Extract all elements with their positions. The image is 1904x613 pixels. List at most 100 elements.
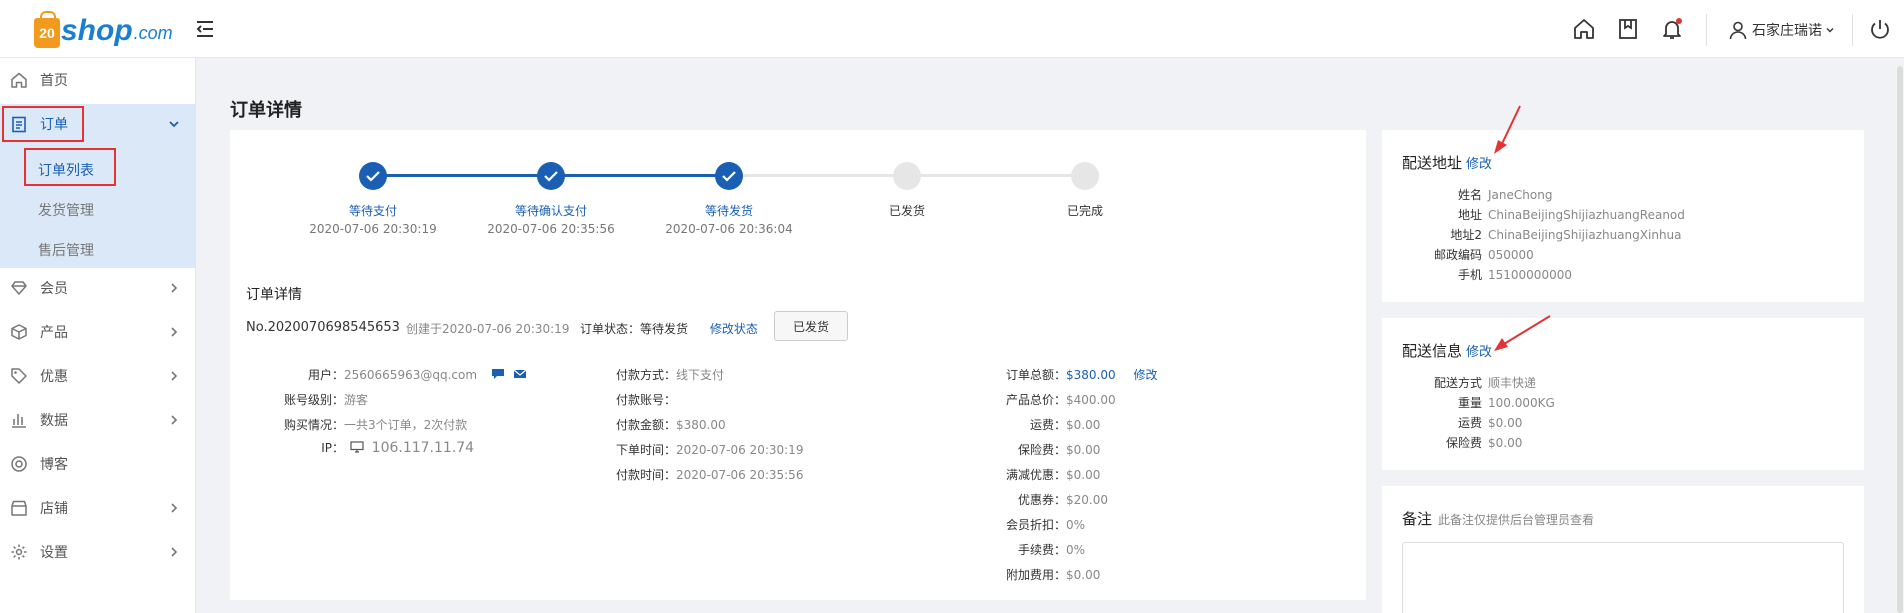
page-title: 订单详情 bbox=[230, 100, 302, 121]
logo-suffix: .com bbox=[133, 23, 173, 43]
sidebar-item-settings[interactable]: 设置 bbox=[0, 532, 196, 572]
sidebar-item-products[interactable]: 产品 bbox=[0, 312, 196, 352]
order-total-row: 订单总额：$380.00 修改 bbox=[990, 366, 1157, 383]
notes-hint: 此备注仅提供后台管理员查看 bbox=[1438, 513, 1595, 527]
modify-status-link[interactable]: 修改状态 bbox=[710, 322, 758, 336]
order-number: No.2020070698545653 bbox=[246, 320, 400, 335]
chat-icon[interactable] bbox=[491, 368, 505, 380]
shipping-address-card: 配送地址 修改 姓名 JaneChong 地址 ChinaBeijingShijiazh… bbox=[1382, 130, 1864, 302]
annotation-arrow-icon bbox=[1494, 105, 1521, 154]
step-time: 2020-07-06 20:36:04 bbox=[665, 222, 793, 236]
field-value: 0% bbox=[1066, 543, 1086, 557]
totals-row: 运费：$0.00 bbox=[990, 416, 1100, 433]
order-detail-card: 等待支付 2020-07-06 20:30:19 等待确认支付 2020-07-06 … bbox=[230, 130, 1366, 600]
logo-number: 20 bbox=[39, 25, 55, 41]
header-divider bbox=[1852, 14, 1853, 46]
field-label: 下单时间： bbox=[615, 443, 676, 457]
step-label: 等待支付 bbox=[348, 204, 397, 218]
info-row: 运费 $0.00 bbox=[1402, 414, 1522, 431]
field-label: 产品总价： bbox=[1005, 393, 1066, 407]
step-label: 等待发货 bbox=[704, 204, 753, 218]
totals-row: 优惠券：$20.00 bbox=[990, 491, 1108, 508]
blog-icon bbox=[11, 456, 27, 472]
field-value: 100.000KG bbox=[1488, 396, 1555, 410]
step-connector bbox=[729, 174, 907, 177]
field-value: 0% bbox=[1066, 518, 1086, 532]
sidebar-item-blog[interactable]: 博客 bbox=[0, 444, 196, 484]
home-icon[interactable] bbox=[1572, 17, 1596, 41]
chevron-right-icon bbox=[171, 415, 178, 425]
step-indicator bbox=[537, 162, 565, 190]
scrollbar[interactable] bbox=[1896, 66, 1904, 613]
customer-level: 游客 bbox=[344, 393, 369, 407]
sidebar-item-label: 店铺 bbox=[40, 501, 68, 517]
totals-row: 手续费：0% bbox=[990, 541, 1085, 558]
payment-account-row: 付款账号： bbox=[600, 391, 676, 408]
field-value: ChinaBeijingShijiazhuangReanod bbox=[1488, 208, 1685, 222]
logo-bag-icon: 20 bbox=[34, 11, 60, 48]
sidebar-subitem-shipping[interactable]: 发货管理 bbox=[38, 200, 94, 220]
totals-row: 产品总价：$400.00 bbox=[990, 391, 1116, 408]
section-title: 备注 bbox=[1402, 510, 1433, 528]
modify-address-link[interactable]: 修改 bbox=[1466, 157, 1492, 172]
sidebar-item-data[interactable]: 数据 bbox=[0, 400, 196, 440]
sidebar-subitem-after-sales[interactable]: 售后管理 bbox=[38, 240, 94, 260]
info-row: 手机 15100000000 bbox=[1402, 266, 1572, 283]
order-detail-heading: 订单详情 bbox=[246, 287, 302, 303]
field-label: 付款金额： bbox=[615, 418, 676, 432]
notification-bell-icon[interactable] bbox=[1660, 17, 1684, 41]
field-value: JaneChong bbox=[1488, 188, 1553, 202]
logo[interactable]: 20 shop .com bbox=[34, 8, 173, 48]
order-time: 2020-07-06 20:30:19 bbox=[676, 443, 804, 457]
sidebar-item-label: 优惠 bbox=[40, 369, 68, 385]
store-icon bbox=[11, 500, 27, 516]
mark-shipped-button[interactable]: 已发货 bbox=[774, 311, 848, 341]
field-value: ChinaBeijingShijiazhuangXinhua bbox=[1488, 228, 1682, 242]
step-indicator bbox=[893, 162, 921, 190]
info-row: 姓名 JaneChong bbox=[1402, 186, 1552, 203]
power-icon[interactable] bbox=[1868, 17, 1892, 41]
bar-chart-icon bbox=[12, 414, 26, 428]
field-label: 保险费 bbox=[1445, 436, 1482, 450]
payment-method: 线下支付 bbox=[676, 368, 725, 382]
menu-collapse-icon[interactable] bbox=[194, 18, 216, 40]
mail-icon[interactable] bbox=[513, 368, 527, 380]
sidebar-item-members[interactable]: 会员 bbox=[0, 268, 196, 308]
field-value: 顺丰快递 bbox=[1488, 376, 1537, 390]
logo-brand: shop bbox=[61, 14, 133, 47]
totals-row: 会员折扣：0% bbox=[990, 516, 1085, 533]
totals-row: 满减优惠：$0.00 bbox=[990, 466, 1100, 483]
modify-shipping-link[interactable]: 修改 bbox=[1466, 345, 1492, 360]
field-label: 地址 bbox=[1457, 208, 1482, 222]
gem-icon bbox=[11, 281, 27, 295]
sidebar-item-label: 设置 bbox=[40, 545, 68, 561]
order-time-row: 下单时间：2020-07-06 20:30:19 bbox=[600, 441, 803, 458]
chevron-right-icon bbox=[171, 283, 178, 293]
totals-row: 保险费：$0.00 bbox=[990, 441, 1100, 458]
step-connector bbox=[907, 174, 1085, 177]
user-menu[interactable]: 石家庄瑞诺 bbox=[1728, 18, 1835, 42]
shipping-info-heading: 配送信息 修改 bbox=[1402, 340, 1492, 361]
bookmark-icon[interactable] bbox=[1616, 17, 1640, 41]
sidebar: 首页 订单 订单列表 发货管理 售后管理 会员 产品 优惠 数据 博客 店铺 设… bbox=[0, 58, 196, 613]
step-connector bbox=[373, 174, 551, 177]
sidebar-item-label: 产品 bbox=[40, 325, 68, 341]
field-label: 优惠券： bbox=[1017, 493, 1066, 507]
step-indicator bbox=[359, 162, 387, 190]
sidebar-item-promotions[interactable]: 优惠 bbox=[0, 356, 196, 396]
field-value: $20.00 bbox=[1066, 493, 1108, 507]
checkmark-icon bbox=[366, 171, 380, 182]
notes-input[interactable] bbox=[1402, 542, 1844, 613]
pay-time-row: 付款时间：2020-07-06 20:35:56 bbox=[600, 466, 803, 483]
sidebar-item-home[interactable]: 首页 bbox=[0, 60, 196, 100]
customer-user-row: 用户：2560665963@qq.com bbox=[246, 366, 527, 383]
sidebar-item-store[interactable]: 店铺 bbox=[0, 488, 196, 528]
field-label: 配送方式 bbox=[1433, 376, 1482, 390]
modify-total-link[interactable]: 修改 bbox=[1133, 368, 1157, 382]
field-label: 邮政编码 bbox=[1433, 248, 1482, 262]
top-bar: 20 shop .com 石家庄瑞诺 bbox=[0, 0, 1904, 58]
section-title: 配送信息 bbox=[1402, 342, 1463, 360]
field-label: 用户： bbox=[307, 368, 344, 382]
order-progress-steps: 等待支付 2020-07-06 20:30:19 等待确认支付 2020-07-06 … bbox=[230, 130, 1366, 250]
scrollbar-thumb[interactable] bbox=[1897, 66, 1903, 613]
